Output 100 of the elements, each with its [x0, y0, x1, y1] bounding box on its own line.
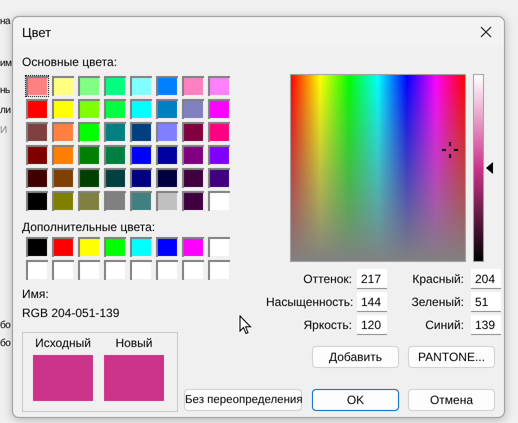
color-swatch[interactable] — [155, 144, 179, 166]
dialog-button[interactable]: OK — [312, 389, 399, 411]
color-swatch[interactable] — [103, 259, 127, 281]
mouse-pointer-icon — [239, 315, 252, 335]
color-swatch[interactable] — [25, 98, 49, 120]
color-swatch[interactable] — [181, 144, 205, 166]
color-swatch[interactable] — [181, 167, 205, 189]
color-swatch[interactable] — [155, 236, 179, 258]
dialog-button[interactable]: Отмена — [408, 389, 495, 411]
color-swatch[interactable] — [181, 75, 205, 97]
field-label: Оттенок: — [302, 271, 352, 288]
background-text: им — [0, 58, 12, 70]
field-label: Красный: — [411, 271, 464, 288]
color-swatch[interactable] — [207, 259, 231, 281]
color-swatch[interactable] — [155, 98, 179, 120]
preview-label: Новый — [115, 336, 153, 351]
color-swatch[interactable] — [129, 259, 153, 281]
color-swatch[interactable] — [129, 75, 153, 97]
field-label: Синий: — [424, 317, 464, 334]
background-text: ли — [0, 105, 12, 117]
color-swatch[interactable] — [77, 98, 101, 120]
number-field[interactable]: 120 — [357, 315, 387, 335]
color-swatch[interactable] — [181, 236, 205, 258]
name-value: RGB 204-051-139 — [22, 306, 120, 320]
color-swatch[interactable] — [207, 144, 231, 166]
color-swatch[interactable] — [155, 167, 179, 189]
background-text: на — [0, 16, 12, 28]
color-swatch[interactable] — [155, 190, 179, 212]
reset-button[interactable]: Без переопределения — [184, 389, 302, 411]
color-swatch[interactable] — [25, 259, 49, 281]
color-swatch[interactable] — [103, 98, 127, 120]
color-swatch[interactable] — [129, 144, 153, 166]
color-swatch[interactable] — [25, 75, 49, 97]
color-swatch[interactable] — [103, 236, 127, 258]
color-swatch[interactable] — [103, 190, 127, 212]
color-swatch[interactable] — [103, 167, 127, 189]
section-label: Дополнительные цвета: — [22, 220, 156, 234]
color-swatch[interactable] — [51, 144, 75, 166]
color-swatch[interactable] — [207, 121, 231, 143]
background-text: И — [0, 125, 8, 137]
color-swatch[interactable] — [51, 121, 75, 143]
color-swatch[interactable] — [51, 190, 75, 212]
color-swatch[interactable] — [129, 236, 153, 258]
color-swatch[interactable] — [77, 121, 101, 143]
number-field[interactable]: 144 — [357, 292, 387, 312]
number-field[interactable]: 139 — [471, 315, 501, 335]
color-swatch[interactable] — [77, 75, 101, 97]
color-swatch[interactable] — [51, 75, 75, 97]
color-swatch[interactable] — [207, 190, 231, 212]
background-text: бо — [0, 320, 12, 332]
color-swatch[interactable] — [77, 259, 101, 281]
color-swatch[interactable] — [207, 167, 231, 189]
color-swatch[interactable] — [181, 259, 205, 281]
dialog-button[interactable]: Добавить — [312, 346, 399, 368]
background-text: нь — [0, 85, 11, 97]
field-label: Зеленый: — [410, 294, 464, 311]
color-swatch[interactable] — [181, 121, 205, 143]
window-title: Цвет — [22, 24, 52, 40]
color-swatch[interactable] — [207, 236, 231, 258]
color-swatch[interactable] — [103, 144, 127, 166]
color-swatch[interactable] — [77, 190, 101, 212]
slider-arrow-icon[interactable] — [486, 162, 493, 174]
color-swatch[interactable] — [181, 190, 205, 212]
color-swatch[interactable] — [51, 167, 75, 189]
field-label: Насыщенность: — [266, 294, 352, 311]
crosshair-icon[interactable] — [442, 142, 458, 158]
color-swatch[interactable] — [129, 98, 153, 120]
number-field[interactable]: 204 — [471, 269, 501, 289]
color-swatch[interactable] — [103, 121, 127, 143]
color-swatch[interactable] — [51, 259, 75, 281]
dialog-button[interactable]: PANTONE... — [408, 346, 495, 368]
number-field[interactable]: 51 — [471, 292, 501, 312]
color-swatch[interactable] — [207, 98, 231, 120]
color-spectrum[interactable] — [290, 74, 466, 262]
color-swatch[interactable] — [103, 75, 127, 97]
color-swatch[interactable] — [77, 236, 101, 258]
color-swatch[interactable] — [207, 75, 231, 97]
color-swatch[interactable] — [129, 121, 153, 143]
color-swatch[interactable] — [25, 121, 49, 143]
background-text: бо — [0, 338, 12, 350]
number-field[interactable]: 217 — [357, 269, 387, 289]
color-swatch[interactable] — [155, 259, 179, 281]
color-swatch[interactable] — [181, 98, 205, 120]
color-swatch[interactable] — [155, 75, 179, 97]
color-swatch[interactable] — [25, 190, 49, 212]
color-swatch[interactable] — [51, 98, 75, 120]
color-swatch[interactable] — [51, 236, 75, 258]
field-label: Яркость: — [302, 317, 352, 334]
close-icon[interactable] — [480, 26, 492, 38]
color-swatch[interactable] — [77, 167, 101, 189]
preview-label: Исходный — [35, 336, 91, 351]
color-swatch[interactable] — [25, 167, 49, 189]
section-label: Основные цвета: — [22, 55, 118, 69]
name-label: Имя: — [22, 287, 49, 301]
color-swatch[interactable] — [77, 144, 101, 166]
color-swatch[interactable] — [25, 144, 49, 166]
color-swatch[interactable] — [129, 167, 153, 189]
color-swatch[interactable] — [25, 236, 49, 258]
color-swatch[interactable] — [129, 190, 153, 212]
color-swatch[interactable] — [155, 121, 179, 143]
